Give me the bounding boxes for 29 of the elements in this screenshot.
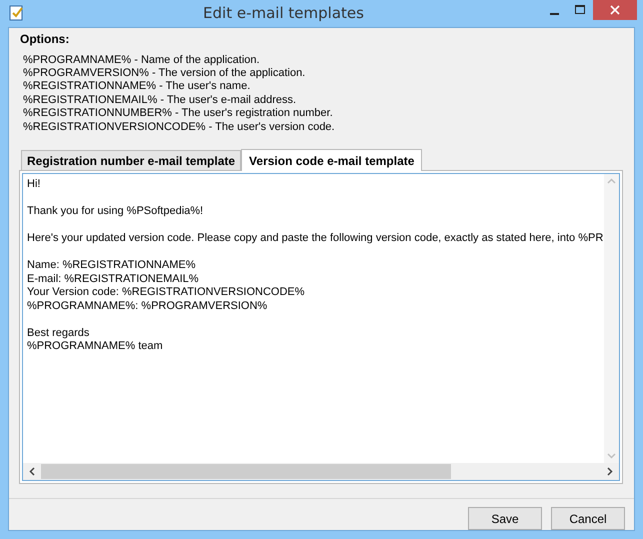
text-line: Your Version code: %REGISTRATIONVERSIONCODE% [27, 286, 306, 300]
dialog-button[interactable]: Save [468, 507, 542, 530]
text-line: Best regards [27, 326, 90, 340]
minimize-icon [550, 13, 558, 15]
close-button[interactable] [593, 0, 637, 20]
text-line: Here's your updated version code. Please copy and paste the following version code, exactly as stated here, into %PR [27, 232, 604, 246]
horizontal-scrollbar[interactable] [23, 463, 619, 480]
maximize-icon [575, 5, 585, 15]
tab[interactable]: Version code e-mail template [241, 149, 422, 171]
option-line: %REGISTRATIONVERSIONCODE% - The user's version code. [23, 120, 336, 134]
option-line: %PROGRAMNAME% - Name of the application. [23, 54, 261, 67]
text-line: %PROGRAMNAME% team [27, 340, 164, 354]
close-icon [610, 5, 620, 15]
text-line: E-mail: %REGISTRATIONEMAIL% [27, 272, 200, 286]
dialog-button[interactable]: Cancel [551, 507, 625, 530]
text-line: Thank you for using %PSoftpedia%! [27, 205, 204, 218]
text-line: Name: %REGISTRATIONNAME% [27, 259, 196, 272]
group-label: Options: [20, 32, 70, 46]
option-line: %REGISTRATIONEMAIL% - The user's e-mail address. [23, 94, 298, 108]
text-line: %PROGRAMNAME%: %PROGRAMVERSION% [27, 300, 268, 313]
option-line: %PROGRAMVERSION% - The version of the application. [23, 66, 306, 80]
scrollbar-thumb[interactable] [41, 464, 451, 479]
scroll-left-icon[interactable] [29, 467, 35, 476]
option-line: %REGISTRATIONNUMBER% - The user's registration number. [23, 107, 334, 121]
tab[interactable]: Registration number e-mail template [21, 150, 242, 170]
option-line: %REGISTRATIONNAME% - The user's name. [23, 80, 252, 94]
scroll-right-icon[interactable] [607, 467, 613, 476]
window-title: Edit e-mail templates [202, 4, 365, 22]
text-line: Hi! [27, 178, 42, 192]
